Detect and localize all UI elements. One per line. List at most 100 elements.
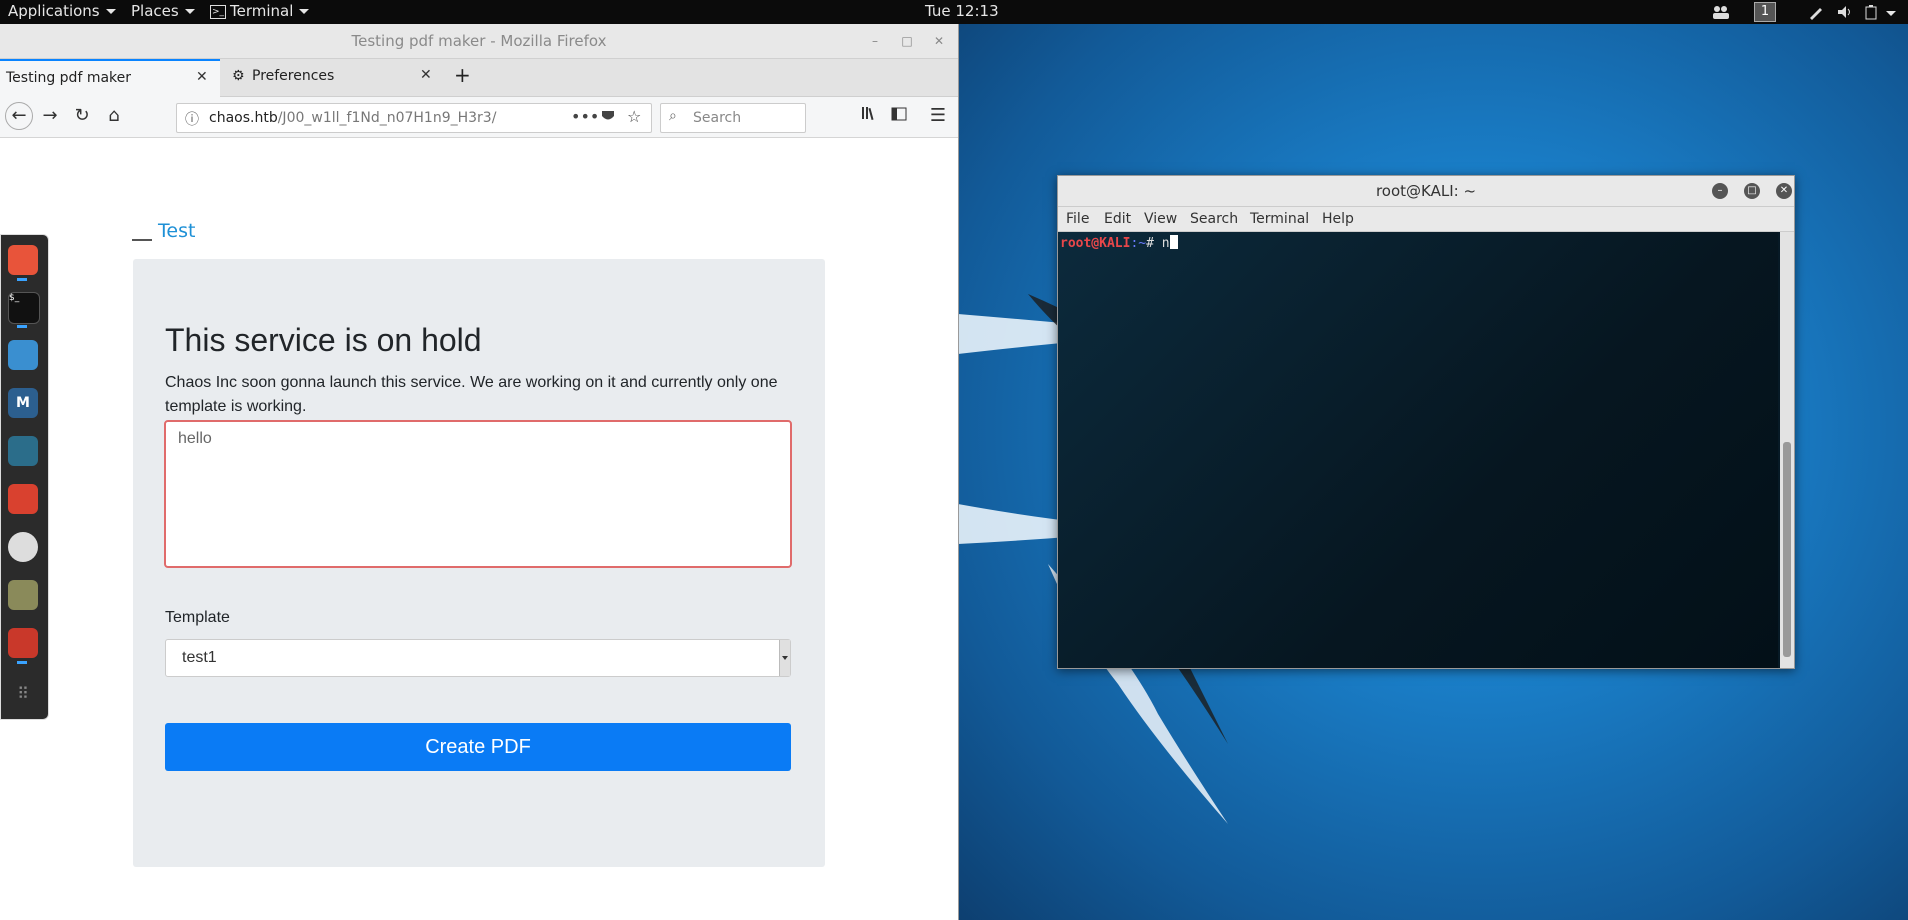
menu-help[interactable]: Help — [1322, 211, 1354, 227]
close-button[interactable]: ✕ — [932, 34, 946, 48]
typed-command: n — [1161, 236, 1170, 251]
terminal-icon[interactable]: $_ — [8, 292, 40, 324]
app-grid-icon[interactable]: ⠿ — [8, 679, 38, 709]
terminal-scrollbar[interactable] — [1780, 232, 1794, 668]
chevron-down-icon — [299, 9, 310, 14]
firefox-icon[interactable] — [8, 245, 38, 275]
pocket-icon[interactable] — [601, 109, 615, 127]
bookmark-star-icon[interactable]: ☆ — [627, 107, 641, 126]
prompt-symbol: # — [1146, 236, 1162, 251]
web-content: Test This service is on hold Chaos Inc s… — [0, 138, 958, 920]
menu-view[interactable]: View — [1144, 211, 1177, 227]
scrollbar-thumb[interactable] — [1783, 442, 1791, 657]
info-icon[interactable]: ⓘ — [185, 109, 199, 129]
url-text: chaos.htb/J00_w1ll_f1Nd_n07H1n9_H3r3/ — [209, 110, 496, 126]
chevron-down-icon — [1886, 11, 1896, 16]
search-placeholder: Search — [693, 110, 742, 126]
terminal-window: root@KALI: ~ – □ ✕ File Edit View Search… — [1057, 175, 1795, 669]
places-menu[interactable]: Places — [131, 2, 195, 20]
tab-testing-pdf-maker[interactable]: Testing pdf maker ✕ — [0, 59, 220, 97]
create-pdf-button[interactable]: Create PDF — [165, 723, 791, 771]
tab-strip: Testing pdf maker ✕ ⚙ Preferences ✕ + — [0, 59, 958, 97]
url-host: chaos.htb — [209, 110, 278, 126]
battery-icon[interactable] — [1864, 4, 1880, 20]
terminal-titlebar: root@KALI: ~ – □ ✕ — [1058, 176, 1794, 207]
prompt-user: root@KALI — [1060, 236, 1131, 251]
chevron-down-icon — [779, 640, 790, 676]
system-menu[interactable] — [1884, 4, 1900, 20]
library-icon[interactable] — [857, 105, 879, 127]
applications-label: Applications — [8, 2, 100, 20]
navbar-brand[interactable]: Test — [132, 220, 195, 242]
people-icon[interactable] — [1712, 4, 1729, 20]
reload-button[interactable]: ↻ — [71, 105, 93, 127]
terminal-title: root@KALI: ~ — [1375, 182, 1477, 200]
terminal-icon: >_ — [210, 4, 226, 19]
applications-menu[interactable]: Applications — [8, 2, 116, 20]
cherrytree-icon[interactable] — [8, 628, 38, 658]
terminal-menubar: File Edit View Search Terminal Help — [1058, 207, 1794, 232]
menu-edit[interactable]: Edit — [1104, 211, 1131, 227]
running-indicator — [17, 278, 27, 281]
plus-icon: + — [454, 63, 471, 87]
minimize-button[interactable]: – — [1712, 183, 1728, 199]
metasploit-icon[interactable]: M — [8, 388, 38, 418]
tab-label: Testing pdf maker — [6, 70, 132, 86]
url-path: /J00_w1ll_f1Nd_n07H1n9_H3r3/ — [277, 110, 497, 126]
files-icon[interactable] — [8, 340, 38, 370]
menu-icon[interactable]: ☰ — [927, 105, 949, 127]
close-tab-icon[interactable]: ✕ — [196, 69, 208, 85]
jumbotron-card: This service is on hold Chaos Inc soon g… — [133, 259, 825, 867]
home-button[interactable]: ⌂ — [103, 105, 125, 127]
menu-terminal[interactable]: Terminal — [1250, 211, 1309, 227]
places-label: Places — [131, 2, 179, 20]
page-description: Chaos Inc soon gonna launch this service… — [165, 374, 778, 415]
navigation-toolbar: ← → ↻ ⌂ ⓘ chaos.htb/J00_w1ll_f1Nd_n07H1n… — [0, 97, 958, 138]
window-title: Testing pdf maker - Mozilla Firefox — [351, 32, 607, 50]
workspace-indicator[interactable]: 1 — [1754, 2, 1776, 22]
sidebar-icon[interactable] — [888, 105, 910, 127]
gear-icon: ⚙ — [232, 68, 245, 84]
search-icon: ⌕ — [669, 108, 677, 124]
menu-search[interactable]: Search — [1190, 211, 1238, 227]
maltego-icon[interactable] — [8, 532, 38, 562]
text-cursor — [1169, 235, 1178, 249]
page-title: This service is on hold — [165, 322, 482, 358]
burp-icon[interactable] — [8, 484, 38, 514]
terminal-body[interactable]: root@KALI:~# n — [1058, 232, 1778, 668]
maximize-button[interactable]: □ — [1744, 183, 1760, 199]
template-select[interactable]: test1 — [165, 639, 791, 677]
running-indicator — [17, 325, 27, 328]
new-tab-button[interactable]: + — [452, 59, 482, 95]
template-label: Template — [165, 609, 230, 626]
terminal-app-label: Terminal — [230, 2, 294, 20]
page-actions-icon[interactable]: ••• — [571, 107, 599, 126]
brand-mark — [132, 239, 152, 241]
terminal-app-menu[interactable]: >_ Terminal — [210, 2, 310, 20]
volume-icon[interactable] — [1836, 4, 1852, 20]
prompt-path: :~ — [1130, 236, 1147, 251]
tab-label: Preferences — [252, 68, 335, 84]
close-button[interactable]: ✕ — [1776, 183, 1792, 199]
maximize-button[interactable]: □ — [900, 34, 914, 48]
firefox-titlebar: Testing pdf maker - Mozilla Firefox – □ … — [0, 24, 958, 59]
terminal-prompt-line: root@KALI:~# n — [1060, 235, 1178, 251]
gnome-top-bar: Applications Places >_ Terminal Tue 12:13… — [0, 0, 1908, 24]
search-bar[interactable]: ⌕ Search — [660, 103, 806, 133]
favorites-dock: $_ M ⠿ — [0, 234, 49, 720]
content-textarea[interactable]: hello — [164, 420, 792, 568]
notes-icon[interactable] — [8, 580, 38, 610]
url-bar[interactable]: ⓘ chaos.htb/J00_w1ll_f1Nd_n07H1n9_H3r3/ … — [176, 103, 652, 133]
pen-icon[interactable] — [1808, 4, 1824, 20]
menu-file[interactable]: File — [1066, 211, 1089, 227]
user-icon[interactable] — [8, 436, 38, 466]
tab-preferences[interactable]: ⚙ Preferences ✕ — [222, 59, 442, 95]
chevron-down-icon — [184, 9, 195, 14]
minimize-button[interactable]: – — [868, 34, 882, 48]
brand-text: Test — [158, 220, 196, 242]
close-tab-icon[interactable]: ✕ — [420, 67, 432, 83]
clock[interactable]: Tue 12:13 — [925, 2, 999, 20]
forward-button[interactable]: → — [39, 105, 61, 127]
back-button[interactable]: ← — [5, 102, 33, 130]
template-selected-value: test1 — [182, 649, 217, 666]
